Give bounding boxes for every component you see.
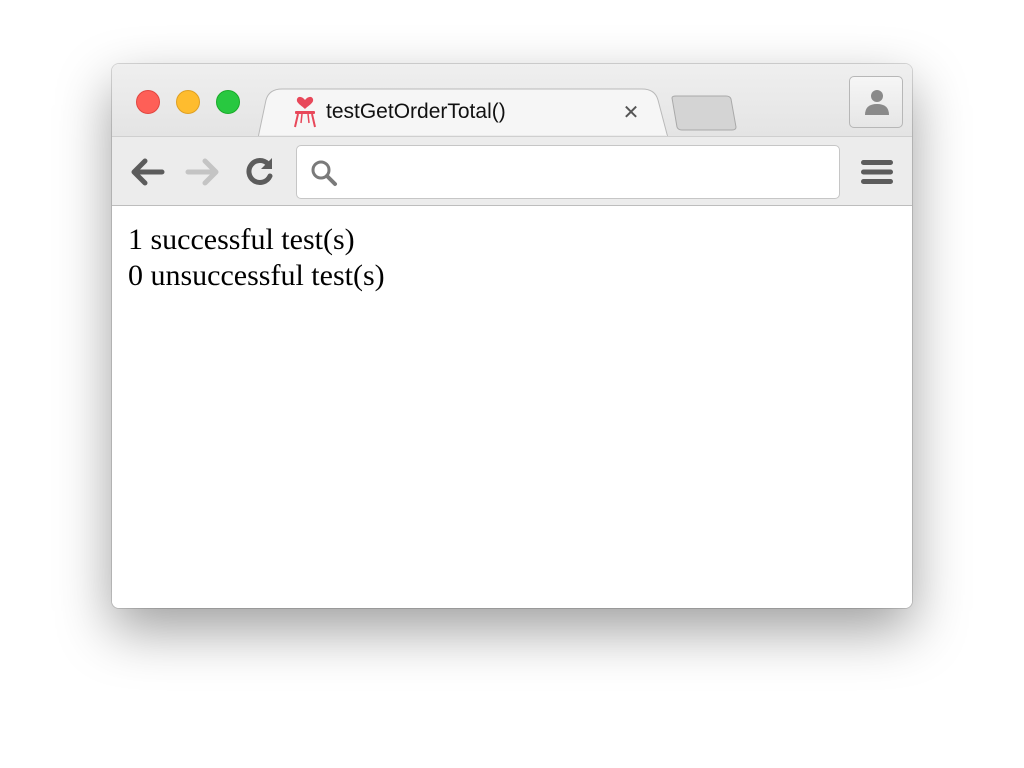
profile-button[interactable] xyxy=(849,76,903,128)
close-window-button[interactable] xyxy=(136,90,160,114)
tab-title: testGetOrderTotal() xyxy=(326,100,506,123)
forward-button[interactable] xyxy=(185,155,221,189)
toolbar xyxy=(112,136,912,206)
maximize-window-button[interactable] xyxy=(216,90,240,114)
address-input[interactable] xyxy=(347,156,827,188)
back-button[interactable] xyxy=(129,155,165,189)
arrow-left-icon xyxy=(131,158,165,186)
reload-icon xyxy=(246,158,273,185)
unsuccessful-tests-line: 0 unsuccessful test(s) xyxy=(128,259,385,292)
title-bar: testGetOrderTotal() ✕ xyxy=(112,64,912,138)
menu-button[interactable] xyxy=(860,157,894,187)
person-icon xyxy=(865,90,889,115)
search-icon xyxy=(311,160,337,186)
arrow-right-icon xyxy=(185,158,219,186)
page-content: 1 successful test(s) 0 unsuccessful test… xyxy=(112,206,912,608)
hamburger-menu-icon xyxy=(861,160,893,184)
tab-active[interactable]: testGetOrderTotal() ✕ xyxy=(258,88,668,138)
address-bar[interactable] xyxy=(296,145,840,199)
minimize-window-button[interactable] xyxy=(176,90,200,114)
tab-close-icon[interactable]: ✕ xyxy=(620,101,642,123)
reload-button[interactable] xyxy=(242,155,278,189)
successful-tests-line: 1 successful test(s) xyxy=(128,223,355,256)
stool-heart-icon xyxy=(292,96,318,128)
browser-window: testGetOrderTotal() ✕ 1 successful test(… xyxy=(112,64,912,608)
new-tab-button[interactable] xyxy=(670,95,738,131)
